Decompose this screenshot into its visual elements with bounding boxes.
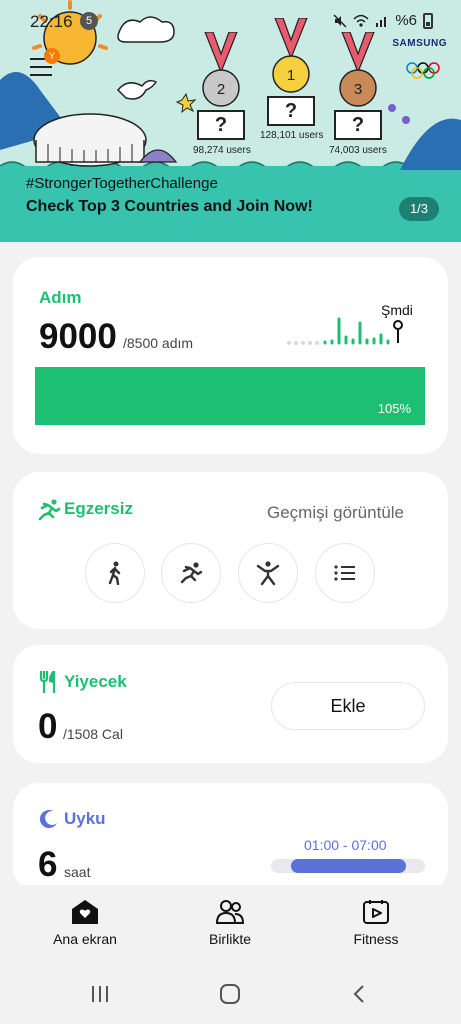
status-bar: 22:16 5 %6 <box>0 0 461 40</box>
menu-line <box>30 74 52 76</box>
sleep-title: Uyku <box>64 809 106 828</box>
people-icon <box>215 900 245 924</box>
promo-banner[interactable]: 2 1 3 ? ? ? 98,274 users 128,101 users 7… <box>0 0 461 242</box>
sleep-card[interactable]: Uyku 6 saat 01:00 - 07:00 <box>13 783 448 893</box>
medal-users-label: 128,101 users <box>260 130 324 141</box>
banner-page-indicator: 1/3 <box>399 197 439 221</box>
wifi-icon <box>353 14 369 27</box>
home-nav-icon <box>220 984 240 1004</box>
exercise-card[interactable]: Egzersiz Geçmişi görüntüle <box>13 472 448 629</box>
medal-rank-label: 2 <box>217 81 225 98</box>
steps-title: Adım <box>39 288 82 307</box>
sleep-timeline <box>271 859 425 873</box>
status-icons: %6 <box>333 12 433 29</box>
status-time: 22:16 <box>30 12 73 31</box>
medal-users-label: 98,274 users <box>193 145 251 156</box>
nav-fitness[interactable]: Fitness <box>326 899 426 947</box>
cutlery-icon <box>39 671 56 693</box>
banner-title: Check Top 3 Countries and Join Now! <box>26 198 313 215</box>
moon-icon <box>39 810 57 829</box>
menu-badge: Y <box>44 48 60 64</box>
fitness-icon <box>363 900 389 924</box>
nav-together-label: Birlikte <box>208 931 251 947</box>
nav-home[interactable]: Ana ekran <box>35 899 135 947</box>
question-box: ? <box>267 96 315 126</box>
medal-rank-label: 1 <box>287 67 295 84</box>
exercise-list-button[interactable] <box>315 543 375 603</box>
back-icon <box>353 985 364 1003</box>
steps-card[interactable]: Adım 9000 /8500 adım Şmdi 105% <box>13 257 448 454</box>
sleep-timeline-fill <box>291 859 406 873</box>
system-nav-bar <box>0 965 461 1024</box>
steps-progress-bar: 105% <box>35 367 425 425</box>
exercise-title: Egzersiz <box>64 499 133 518</box>
list-icon <box>334 565 355 581</box>
signal-icon <box>376 16 387 27</box>
view-history-link[interactable]: Geçmişi görüntüle <box>267 503 404 523</box>
food-title: Yiyecek <box>64 672 127 691</box>
battery-icon <box>423 12 433 29</box>
steps-value: 9000 <box>39 317 117 356</box>
run-icon <box>180 562 203 584</box>
battery-percent: %6 <box>395 12 417 29</box>
banner-hashtag: #StrongerTogetherChallenge <box>26 175 218 192</box>
nav-home-label: Ana ekran <box>53 931 117 947</box>
food-card[interactable]: Yiyecek 0 /1508 Cal Ekle <box>13 645 448 763</box>
bottom-nav: Ana ekran Birlikte Fitness <box>0 885 461 965</box>
food-target: /1508 Cal <box>63 726 123 742</box>
workout-button[interactable] <box>238 543 298 603</box>
food-value: 0 <box>38 707 58 746</box>
sleep-unit: saat <box>64 864 91 880</box>
bronze-medal-icon: 3 <box>339 32 377 107</box>
nav-together[interactable]: Birlikte <box>180 899 280 947</box>
steps-target: /8500 adım <box>123 335 194 351</box>
workout-icon <box>256 561 280 586</box>
sleep-time-range: 01:00 - 07:00 <box>304 837 387 853</box>
home-icon <box>72 900 98 924</box>
add-food-button[interactable]: Ekle <box>271 682 425 730</box>
question-box: ? <box>197 110 245 140</box>
run-button[interactable] <box>161 543 221 603</box>
nav-fitness-label: Fitness <box>353 931 399 947</box>
steps-progress-label: 105% <box>377 401 411 416</box>
mute-icon <box>333 13 347 28</box>
home-button[interactable] <box>215 981 245 1007</box>
recent-apps-icon <box>92 986 108 1002</box>
medal-rank-label: 3 <box>354 81 362 98</box>
walk-button[interactable] <box>85 543 145 603</box>
runner-icon <box>38 499 61 521</box>
recent-apps-button[interactable] <box>85 981 115 1007</box>
steps-hourly-chart <box>287 317 403 345</box>
menu-line <box>30 66 52 68</box>
silver-medal-icon: 2 <box>202 32 240 107</box>
back-button[interactable] <box>344 981 374 1007</box>
sleep-value: 6 <box>38 845 58 884</box>
medal-users-label: 74,003 users <box>329 145 387 156</box>
walk-icon <box>108 561 121 585</box>
notification-count-badge: 5 <box>80 12 98 30</box>
question-box: ? <box>334 110 382 140</box>
